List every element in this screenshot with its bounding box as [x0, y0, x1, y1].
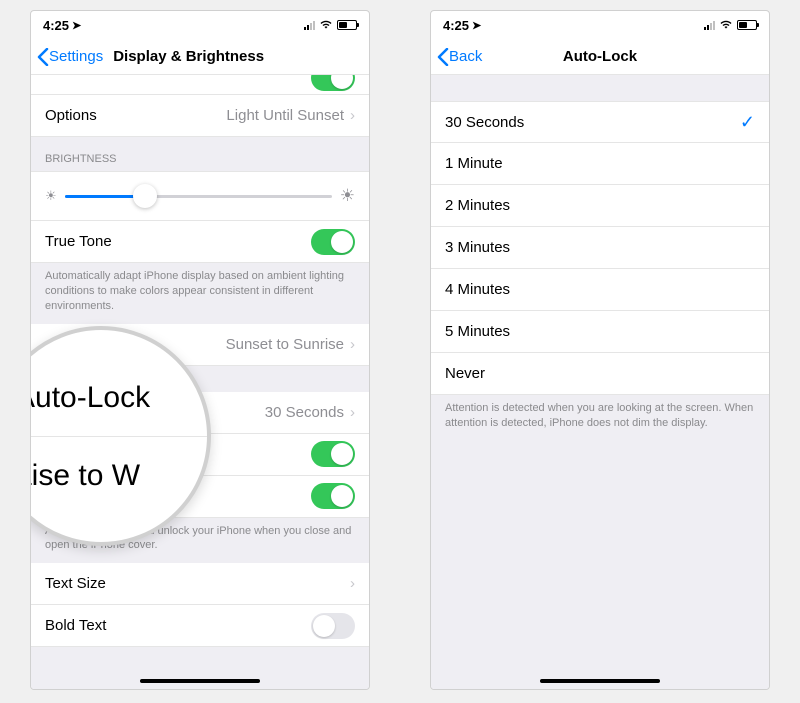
- signal-icon: [704, 21, 715, 30]
- sun-large-icon: ☀: [340, 186, 355, 206]
- chevron-right-icon: ›: [350, 575, 355, 592]
- nav-bar: Settings Display & Brightness: [31, 39, 369, 75]
- textsize-label: Text Size: [45, 575, 350, 592]
- brightness-slider[interactable]: [65, 195, 332, 198]
- option-label: 30 Seconds: [445, 114, 740, 131]
- back-label: Settings: [49, 48, 103, 65]
- boldtext-row: Bold Text: [31, 605, 369, 647]
- wifi-icon: [319, 18, 333, 32]
- status-time: 4:25: [43, 18, 69, 33]
- nav-bar: Back Auto-Lock: [431, 39, 769, 75]
- partial-row-top: [31, 75, 369, 95]
- chevron-right-icon: ›: [350, 404, 355, 421]
- status-time: 4:25: [443, 18, 469, 33]
- autolock-option[interactable]: 1 Minute: [431, 143, 769, 185]
- status-bar: 4:25 ➤: [431, 11, 769, 39]
- magnifier-raise: aise to W: [30, 459, 140, 492]
- lock-toggle[interactable]: [311, 483, 355, 509]
- option-label: 4 Minutes: [445, 281, 755, 298]
- autolock-value: 30 Seconds: [265, 404, 344, 421]
- truetone-row: True Tone: [31, 221, 369, 263]
- autolock-option[interactable]: 30 Seconds✓: [431, 101, 769, 143]
- option-label: 2 Minutes: [445, 197, 755, 214]
- location-icon: ➤: [472, 19, 481, 32]
- autolock-option[interactable]: 5 Minutes: [431, 311, 769, 353]
- page-title: Display & Brightness: [113, 48, 264, 65]
- location-icon: ➤: [72, 19, 81, 32]
- slider-thumb[interactable]: [133, 184, 157, 208]
- battery-icon: [337, 20, 357, 30]
- brightness-slider-row: ☀ ☀: [31, 171, 369, 221]
- chevron-right-icon: ›: [350, 107, 355, 124]
- option-label: 1 Minute: [445, 155, 755, 172]
- magnifier-autolock: Auto-Lock: [30, 381, 150, 414]
- option-label: 3 Minutes: [445, 239, 755, 256]
- options-label: Options: [45, 107, 226, 124]
- autolock-option[interactable]: 2 Minutes: [431, 185, 769, 227]
- truetone-toggle[interactable]: [311, 229, 355, 255]
- chevron-right-icon: ›: [350, 336, 355, 353]
- toggle-partial[interactable]: [311, 75, 355, 91]
- autolock-list[interactable]: 30 Seconds✓ 1 Minute 2 Minutes 3 Minutes 4 M…: [431, 75, 769, 689]
- back-button[interactable]: Settings: [31, 48, 103, 66]
- home-indicator[interactable]: [540, 679, 660, 683]
- autolock-option[interactable]: 4 Minutes: [431, 269, 769, 311]
- autolock-option[interactable]: 3 Minutes: [431, 227, 769, 269]
- truetone-footer: Automatically adapt iPhone display based…: [31, 263, 369, 324]
- battery-icon: [737, 20, 757, 30]
- signal-icon: [304, 21, 315, 30]
- back-button[interactable]: Back: [431, 48, 482, 66]
- attention-footer: Attention is detected when you are looki…: [431, 395, 769, 441]
- nightshift-value: Sunset to Sunrise: [226, 336, 344, 353]
- raise-toggle[interactable]: [311, 441, 355, 467]
- brightness-header: BRIGHTNESS: [31, 137, 369, 171]
- textsize-row[interactable]: Text Size ›: [31, 563, 369, 605]
- options-value: Light Until Sunset: [226, 107, 344, 124]
- boldtext-toggle[interactable]: [311, 613, 355, 639]
- status-bar: 4:25 ➤: [31, 11, 369, 39]
- sun-small-icon: ☀: [45, 188, 57, 204]
- option-label: 5 Minutes: [445, 323, 755, 340]
- checkmark-icon: ✓: [740, 112, 755, 133]
- display-brightness-screen: 4:25 ➤ Settings Display & Brightness Opt…: [30, 10, 370, 690]
- boldtext-label: Bold Text: [45, 617, 311, 634]
- truetone-label: True Tone: [45, 233, 311, 250]
- back-label: Back: [449, 48, 482, 65]
- options-row[interactable]: Options Light Until Sunset ›: [31, 95, 369, 137]
- wifi-icon: [719, 18, 733, 32]
- autolock-option[interactable]: Never: [431, 353, 769, 395]
- option-label: Never: [445, 365, 755, 382]
- autolock-screen: 4:25 ➤ Back Auto-Lock 30 Seconds✓ 1 Minut…: [430, 10, 770, 690]
- home-indicator[interactable]: [140, 679, 260, 683]
